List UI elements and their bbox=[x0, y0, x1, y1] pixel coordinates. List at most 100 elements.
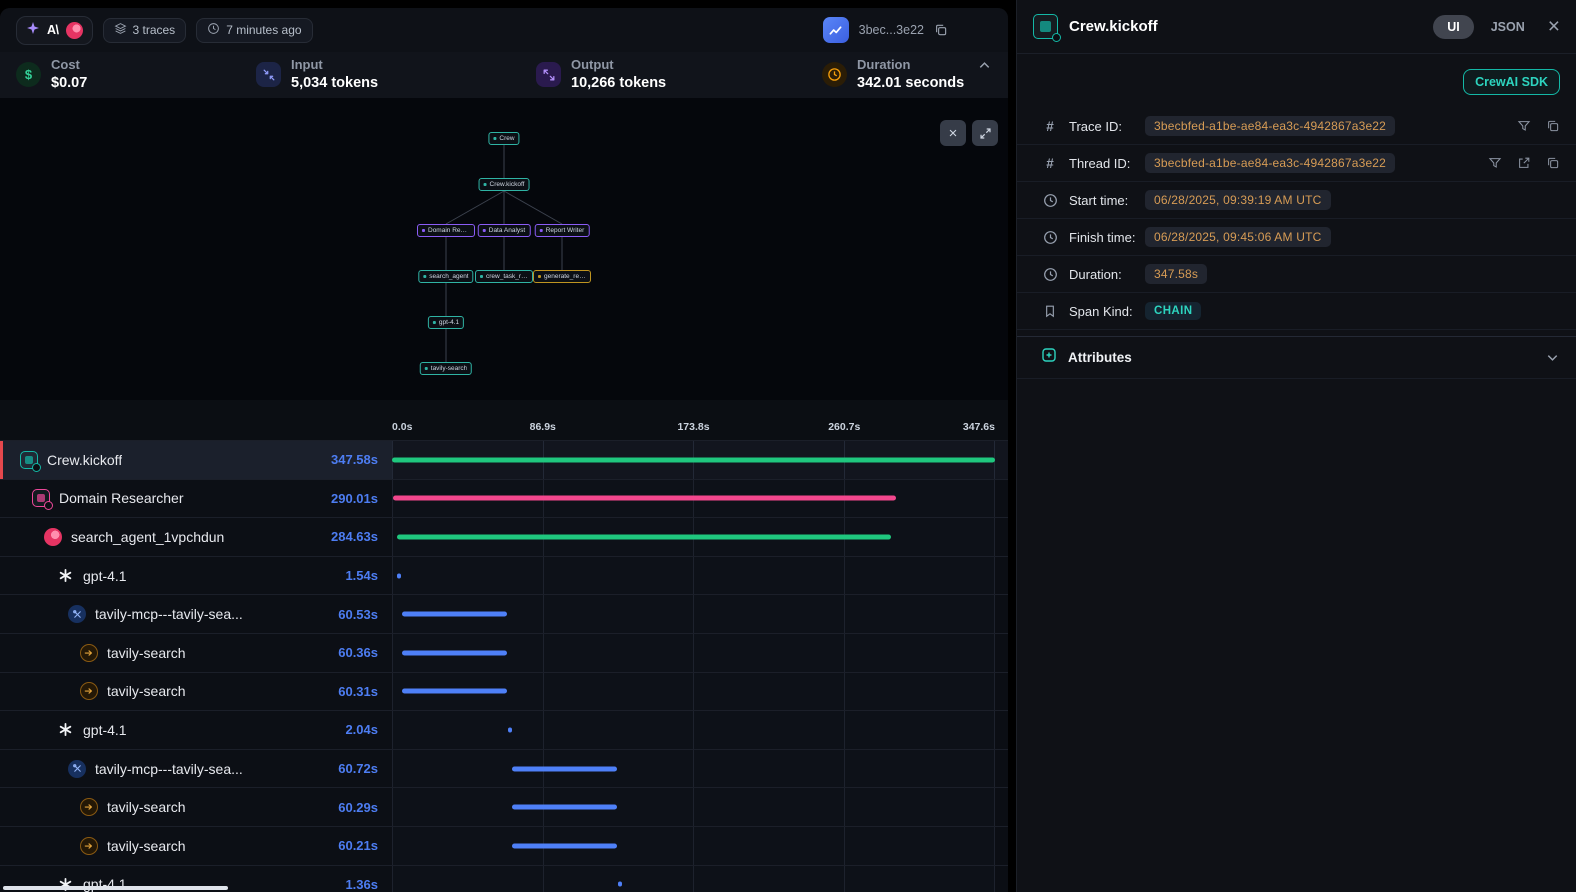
trace-chart-icon[interactable] bbox=[823, 17, 849, 43]
graph-node[interactable]: tavily-search bbox=[420, 362, 472, 375]
span-row[interactable]: Domain Researcher290.01s bbox=[0, 479, 1008, 518]
tab-json[interactable]: JSON bbox=[1491, 20, 1525, 34]
trace-graph: Crew Crew.kickoff Domain ResearcherData An… bbox=[0, 98, 1008, 400]
expand-graph-button[interactable] bbox=[972, 120, 998, 146]
graph-node[interactable]: search_agent bbox=[418, 270, 473, 283]
tavily-icon bbox=[80, 837, 98, 855]
attributes-section-header[interactable]: Attributes bbox=[1017, 336, 1576, 379]
filter-icon[interactable] bbox=[1517, 119, 1531, 133]
field-label: Span Kind: bbox=[1069, 304, 1145, 319]
detail-field-row: Duration:347.58s bbox=[1017, 256, 1576, 293]
collapse-stats-icon[interactable] bbox=[977, 58, 992, 78]
trace-view: A\ 3 traces 7 minutes ago 3bec...3e22 bbox=[0, 0, 1008, 892]
span-duration: 1.54s bbox=[345, 568, 378, 583]
stat-value: 5,034 tokens bbox=[291, 74, 378, 94]
span-row[interactable]: tavily-mcp---tavily-sea... 60.72s bbox=[0, 749, 1008, 788]
stat-input: Input5,034 tokens bbox=[256, 56, 536, 93]
openai-icon bbox=[56, 567, 74, 585]
copy-icon[interactable] bbox=[1546, 119, 1560, 133]
span-duration: 60.72s bbox=[338, 761, 378, 776]
stat-value: 342.01 seconds bbox=[857, 74, 964, 94]
stat-label: Cost bbox=[51, 56, 87, 74]
span-name: tavily-mcp---tavily-sea... bbox=[95, 761, 243, 777]
span-bar bbox=[512, 766, 617, 771]
clock-icon bbox=[1041, 267, 1059, 282]
span-row[interactable]: gpt-4.12.04s bbox=[0, 710, 1008, 749]
span-row[interactable]: tavily-search 60.36s bbox=[0, 633, 1008, 672]
copy-icon[interactable] bbox=[1546, 156, 1560, 170]
graph-node[interactable]: crew_task_research bbox=[475, 270, 533, 283]
graph-node[interactable]: Domain Researcher bbox=[417, 224, 475, 237]
field-value: 347.58s bbox=[1145, 264, 1207, 284]
crewai-logo-icon bbox=[66, 22, 83, 39]
graph-node[interactable]: generate_report bbox=[533, 270, 591, 283]
span-duration: 290.01s bbox=[331, 491, 378, 506]
time-ago-badge[interactable]: 7 minutes ago bbox=[196, 18, 312, 43]
span-name: gpt-4.1 bbox=[83, 568, 127, 584]
logo-cluster: A\ bbox=[16, 16, 93, 45]
copy-icon[interactable] bbox=[934, 23, 948, 37]
stat-label: Duration bbox=[857, 56, 964, 74]
span-row[interactable]: tavily-search60.21s bbox=[0, 826, 1008, 865]
badge-label: 3 traces bbox=[133, 23, 176, 37]
graph-node[interactable]: Data Analyst bbox=[478, 224, 531, 237]
graph-node[interactable]: Report Writer bbox=[535, 224, 590, 237]
clock-icon bbox=[1041, 230, 1059, 245]
stat-cost: $ Cost$0.07 bbox=[16, 56, 256, 93]
clock-icon bbox=[207, 22, 220, 38]
span-bar-track bbox=[392, 441, 995, 479]
span-bar-track bbox=[392, 788, 995, 826]
span-bar bbox=[512, 805, 617, 810]
graph-node[interactable]: Crew.kickoff bbox=[479, 178, 530, 191]
filter-icon[interactable] bbox=[1488, 156, 1502, 170]
hash-icon: # bbox=[1041, 156, 1059, 171]
span-row[interactable]: tavily-search 60.29s bbox=[0, 787, 1008, 826]
span-row[interactable]: gpt-4.1 1.54s bbox=[0, 556, 1008, 595]
span-bar-track bbox=[392, 673, 995, 711]
span-bar bbox=[402, 689, 507, 694]
field-label: Thread ID: bbox=[1069, 156, 1145, 171]
sdk-badge-row: CrewAI SDK bbox=[1017, 54, 1576, 108]
span-bar-track bbox=[392, 518, 995, 556]
close-panel-button[interactable]: × bbox=[1548, 16, 1560, 37]
span-duration: 347.58s bbox=[331, 452, 378, 467]
horizontal-scrollbar[interactable] bbox=[3, 886, 228, 890]
span-name: tavily-search bbox=[107, 799, 186, 815]
graph-node[interactable]: Crew bbox=[488, 132, 519, 145]
bookmark-icon bbox=[1041, 304, 1059, 318]
span-name: tavily-search bbox=[107, 683, 186, 699]
span-row[interactable]: Crew.kickoff347.58s bbox=[0, 440, 1008, 479]
field-label: Duration: bbox=[1069, 267, 1145, 282]
span-row[interactable]: search_agent_1vpchdun284.63s bbox=[0, 517, 1008, 556]
clock-icon bbox=[1041, 193, 1059, 208]
graph-node[interactable]: gpt-4.1 bbox=[428, 316, 464, 329]
span-name: tavily-search bbox=[107, 645, 186, 661]
timeline-header: 0.0s86.9s173.8s260.7s347.6s bbox=[0, 400, 1008, 440]
traces-count-badge[interactable]: 3 traces bbox=[103, 18, 187, 43]
open-icon[interactable] bbox=[1517, 156, 1531, 170]
span-name: gpt-4.1 bbox=[83, 722, 127, 738]
tab-ui[interactable]: UI bbox=[1433, 15, 1474, 39]
span-bar-track bbox=[392, 634, 995, 672]
span-bar-track bbox=[392, 595, 995, 633]
close-graph-button[interactable]: × bbox=[940, 120, 966, 146]
span-duration: 60.29s bbox=[338, 800, 378, 815]
details-panel: Crew.kickoff UI JSON × CrewAI SDK #Trace… bbox=[1016, 0, 1576, 892]
tavily-icon bbox=[80, 682, 98, 700]
field-value: 06/28/2025, 09:39:19 AM UTC bbox=[1145, 190, 1331, 210]
span-row[interactable]: tavily-search 60.31s bbox=[0, 672, 1008, 711]
attributes-label: Attributes bbox=[1068, 350, 1132, 365]
span-duration: 60.31s bbox=[338, 684, 378, 699]
span-duration: 60.36s bbox=[338, 645, 378, 660]
stat-value: $0.07 bbox=[51, 74, 87, 94]
field-value: 06/28/2025, 09:45:06 AM UTC bbox=[1145, 227, 1331, 247]
crewai-logo-icon bbox=[44, 528, 62, 546]
ai-logo-icon: A\ bbox=[47, 23, 59, 37]
stat-label: Output bbox=[571, 56, 666, 74]
chevron-down-icon bbox=[1545, 350, 1560, 365]
app: A\ 3 traces 7 minutes ago 3bec...3e22 bbox=[0, 0, 1576, 892]
tavily-icon bbox=[80, 644, 98, 662]
span-row[interactable]: tavily-mcp---tavily-sea...60.53s bbox=[0, 594, 1008, 633]
span-bar-track bbox=[392, 711, 995, 749]
stat-label: Input bbox=[291, 56, 378, 74]
